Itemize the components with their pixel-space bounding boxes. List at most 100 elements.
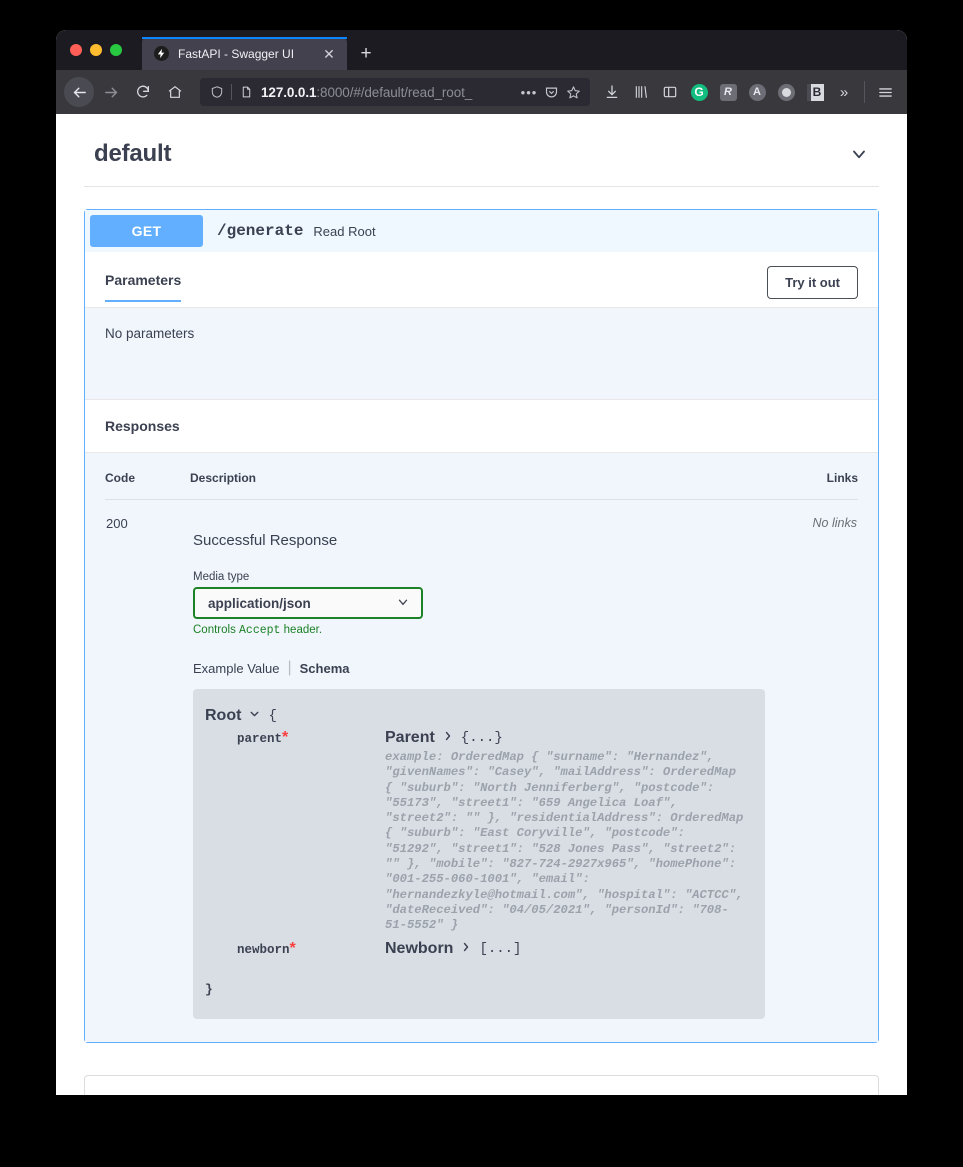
save-to-pocket-icon[interactable] (540, 85, 562, 100)
tab-schema[interactable]: Schema (300, 661, 350, 676)
library-icon[interactable] (627, 77, 655, 107)
browser-tab-title: FastAPI - Swagger UI (178, 46, 295, 61)
required-marker: * (282, 729, 289, 746)
column-header-description: Description (190, 471, 257, 485)
chevron-right-icon[interactable] (460, 940, 472, 958)
table-header-row: Code Description Links (105, 471, 858, 500)
schema-property-name-cell: parent* (205, 729, 385, 747)
operation-path: /generate (217, 222, 304, 240)
url-host: 127.0.0.1 (261, 84, 317, 100)
schema-property-name-cell: newborn* (205, 940, 385, 958)
forward-icon[interactable] (96, 77, 126, 107)
url-divider (231, 84, 232, 100)
browser-tab-active[interactable]: FastAPI - Swagger UI ✕ (142, 37, 347, 70)
model-title-parent[interactable]: Parent {...} (385, 729, 745, 747)
schema-open-brace: { (268, 708, 277, 724)
page-icon (235, 85, 257, 99)
schema-property-parent: parent* Parent {...} example: OrderedMap… (205, 729, 745, 934)
fastapi-bolt-icon (154, 46, 169, 61)
table-row: 200 Successful Response Media type appli… (105, 498, 858, 1020)
chevron-down-icon[interactable] (248, 707, 261, 725)
url-path: :8000/#/default/read_root_ (316, 84, 473, 100)
back-icon[interactable] (64, 77, 94, 107)
tab-parameters[interactable]: Parameters (105, 272, 182, 302)
browser-toolbar-icons: G R A B » (598, 77, 899, 107)
schema-viewer: Root {parent* Parent {...} example: Ord… (193, 689, 765, 1019)
hint-prefix: Controls (193, 624, 240, 636)
property-name: newborn (237, 942, 290, 957)
chevron-down-icon (396, 595, 410, 612)
window-traffic-lights (70, 30, 142, 70)
schema-property-newborn: newborn* Newborn [...] (205, 940, 745, 958)
bitwarden-extension-icon[interactable]: B (801, 77, 829, 107)
response-code: 200 (105, 498, 190, 1020)
page-title: default (94, 140, 172, 167)
maximize-window-button[interactable] (110, 44, 122, 56)
model-name: Newborn (385, 939, 454, 957)
responses-area: Code Description Links 200 Successful Re… (85, 453, 878, 1042)
responses-table: Code Description Links 200 Successful Re… (105, 471, 858, 1020)
schema-property-value-cell: Parent {...} example: OrderedMap {"surn… (385, 729, 745, 934)
grammarly-extension-icon[interactable]: G (685, 77, 713, 107)
shield-icon[interactable] (206, 85, 228, 99)
response-links: No links (768, 498, 858, 1020)
browser-tab-strip: FastAPI - Swagger UI ✕ + (56, 30, 907, 70)
chevron-down-icon[interactable] (840, 1092, 860, 1095)
browser-window: FastAPI - Swagger UI ✕ + 127.0.0.1:8000/… (56, 30, 907, 1095)
model-title-newborn[interactable]: Newborn [...] (385, 940, 745, 958)
no-parameters-message: No parameters (85, 308, 878, 399)
extension-dot-icon[interactable] (772, 77, 800, 107)
tag-section-header[interactable]: default (84, 114, 879, 187)
required-marker: * (289, 939, 296, 957)
downloads-icon[interactable] (598, 77, 626, 107)
schema-close-brace: } (205, 981, 213, 997)
swagger-ui-page: default GET /generate Read Root Paramete… (56, 114, 907, 1095)
minimize-window-button[interactable] (90, 44, 102, 56)
try-it-out-button[interactable]: Try it out (767, 266, 858, 299)
media-type-select[interactable]: application/json (193, 587, 423, 619)
hint-suffix: header. (280, 624, 323, 636)
schema-root-row[interactable]: Root { (205, 707, 745, 725)
schema-root-name: Root (205, 707, 242, 724)
operation-body: Parameters Try it out No parameters Resp… (85, 252, 878, 1042)
media-type-value: application/json (208, 595, 311, 611)
operation-summary-row[interactable]: GET /generate Read Root (85, 210, 878, 252)
url-text[interactable]: 127.0.0.1:8000/#/default/read_root_ (257, 85, 518, 100)
chevron-right-icon[interactable] (442, 729, 454, 747)
bookmark-star-icon[interactable] (562, 85, 584, 100)
close-tab-icon[interactable]: ✕ (320, 45, 338, 63)
new-tab-button[interactable]: + (351, 37, 381, 70)
home-icon[interactable] (160, 77, 190, 107)
responses-heading: Responses (85, 399, 878, 453)
response-description-cell: Successful Response Media type applicati… (190, 498, 768, 1020)
http-method-badge: GET (90, 215, 203, 247)
reload-icon[interactable] (128, 77, 158, 107)
page-actions-icon[interactable]: ••• (518, 85, 540, 100)
property-name: parent (237, 732, 283, 746)
url-bar[interactable]: 127.0.0.1:8000/#/default/read_root_ ••• (200, 78, 590, 106)
parameters-tab-row: Parameters Try it out (85, 252, 878, 308)
menu-icon[interactable] (871, 77, 899, 107)
media-type-hint: Controls Accept header. (193, 624, 767, 637)
schemas-section: Schemas MailAddress (84, 1074, 879, 1095)
toolbar-divider (864, 81, 865, 103)
chevron-down-icon[interactable] (849, 144, 869, 164)
media-type-label: Media type (193, 571, 250, 583)
response-description: Successful Response (193, 532, 338, 549)
schemas-title: Schemas (103, 1092, 178, 1095)
tab-example-value[interactable]: Example Value (193, 661, 279, 676)
schema-property-value-cell: Newborn [...] (385, 940, 745, 958)
model-name: Parent (385, 729, 435, 746)
example-schema-tabs: Example Value | Schema (193, 659, 767, 677)
sidebar-icon[interactable] (656, 77, 684, 107)
overflow-chevrons-icon[interactable]: » (830, 77, 858, 107)
extension-a-icon[interactable]: A (743, 77, 771, 107)
column-header-links: Links (826, 471, 858, 485)
close-window-button[interactable] (70, 44, 82, 56)
operation-summary-text: Read Root (313, 223, 376, 239)
model-preview: {...} (460, 730, 503, 746)
model-preview: [...] (479, 940, 522, 957)
extension-r-icon[interactable]: R (714, 77, 742, 107)
model-example-text: example: OrderedMap { "surname": "Hernan… (385, 750, 751, 933)
schemas-section-header[interactable]: Schemas (85, 1076, 878, 1095)
